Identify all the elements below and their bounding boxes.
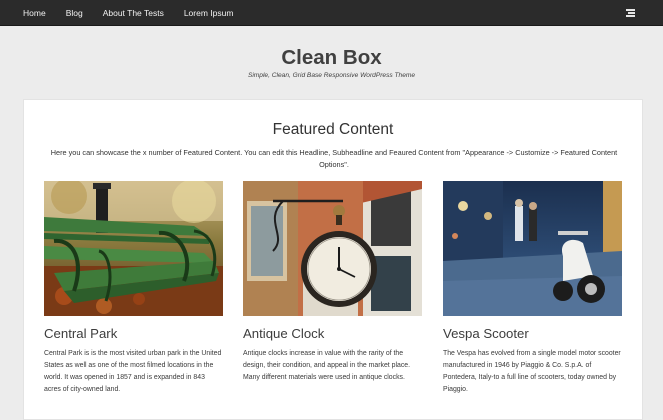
featured-content-panel: Featured Content Here you can showcase t… (23, 99, 643, 420)
featured-item-excerpt: Central Park is is the most visited urba… (44, 350, 222, 393)
featured-heading: Featured Content (272, 121, 394, 138)
featured-item-central-park: Central Park Central Park is is the most… (44, 181, 223, 396)
site-description: Simple, Clean, Grid Base Responsive Word… (247, 72, 416, 79)
nav-item-home[interactable]: Home (23, 8, 46, 18)
featured-item-excerpt: The Vespa has evolved from a single mode… (443, 350, 621, 393)
hamburger-icon[interactable] (626, 9, 635, 17)
featured-item-excerpt: Antique clocks increase in value with th… (243, 350, 411, 381)
featured-subheading: Here you can showcase the x number of Fe… (50, 148, 618, 169)
featured-item-title[interactable]: Antique Clock (243, 326, 422, 341)
site-title[interactable]: Clean Box (0, 46, 663, 70)
featured-item-title[interactable]: Vespa Scooter (443, 326, 622, 341)
featured-item-antique-clock: Antique Clock Antique clocks increase in… (243, 181, 422, 384)
antique-clock-image[interactable] (243, 181, 422, 316)
nav-item-lorem-ipsum[interactable]: Lorem Ipsum (184, 8, 234, 18)
top-navigation-bar: Home Blog About The Tests Lorem Ipsum (0, 0, 663, 26)
nav-item-about-the-tests[interactable]: About The Tests (103, 8, 164, 18)
featured-item-vespa-scooter: Vespa Scooter The Vespa has evolved from… (443, 181, 622, 396)
featured-item-title[interactable]: Central Park (44, 326, 223, 341)
primary-menu: Home Blog About The Tests Lorem Ipsum (23, 0, 253, 26)
vespa-scooter-image[interactable] (443, 181, 622, 316)
nav-item-blog[interactable]: Blog (66, 8, 83, 18)
central-park-image[interactable] (44, 181, 223, 316)
